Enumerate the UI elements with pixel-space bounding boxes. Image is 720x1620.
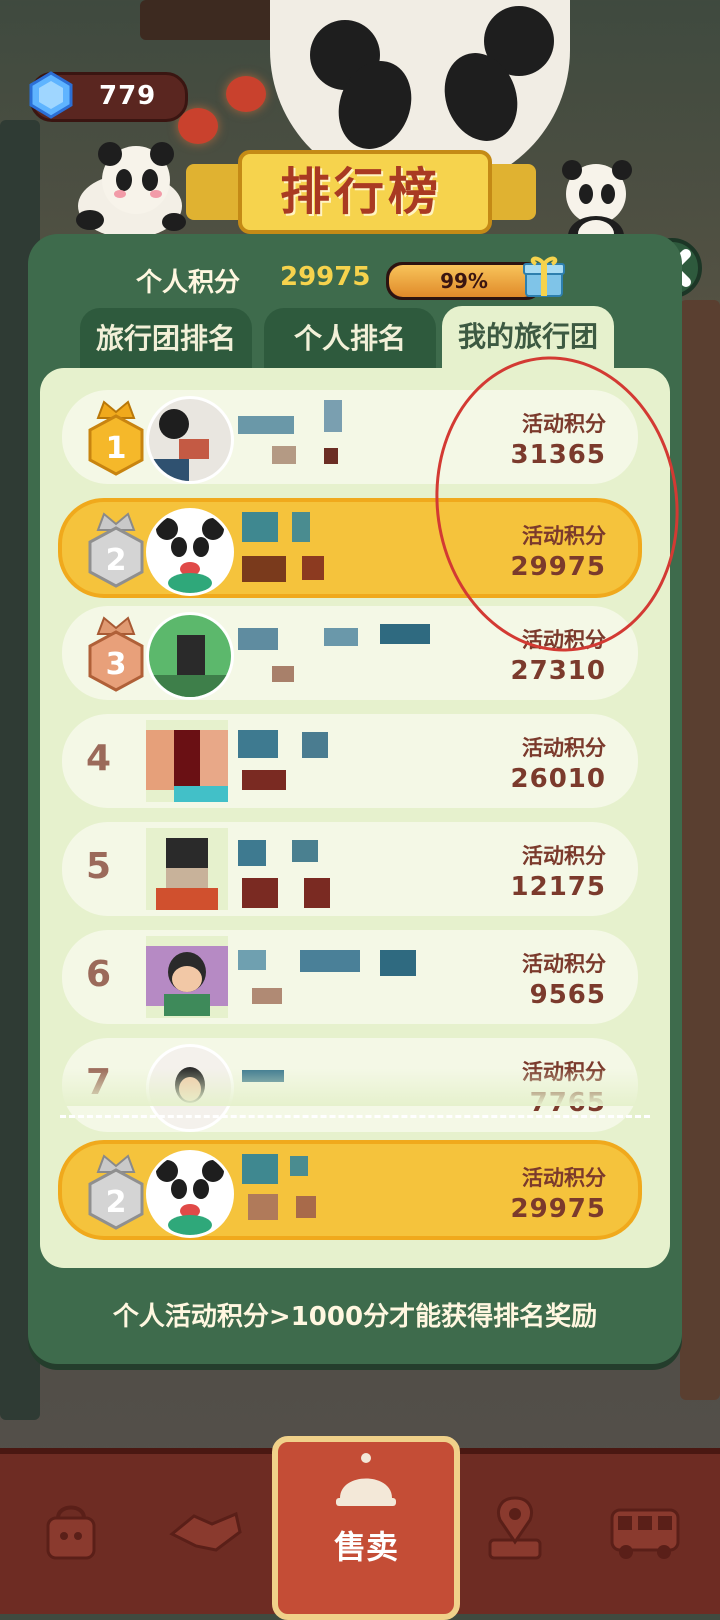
tab-team-ranking[interactable]: 旅行团排名	[80, 308, 252, 370]
list-item[interactable]: 4 活动积分 26010	[62, 714, 638, 808]
list-fade	[40, 1068, 670, 1106]
activity-score-value: 27310	[510, 656, 606, 686]
lantern-decoration	[178, 108, 218, 144]
gold-crown-medal-icon: 1	[88, 400, 144, 476]
tab-personal-ranking[interactable]: 个人排名	[264, 308, 436, 370]
avatar	[146, 396, 234, 484]
gem-count: 779	[99, 81, 157, 111]
panda-avatar	[146, 1150, 234, 1238]
activity-score-value: 12175	[510, 872, 606, 902]
rank-number: 5	[86, 846, 112, 887]
svg-text:2: 2	[106, 1185, 127, 1220]
panda-decoration-left-icon	[76, 142, 186, 238]
avatar	[146, 828, 228, 910]
activity-score-label: 活动积分	[522, 952, 606, 976]
avatar	[146, 936, 228, 1018]
rank-number: 6	[86, 954, 112, 995]
progress-percent: 99%	[440, 269, 488, 293]
personal-score-value: 29975	[280, 262, 371, 292]
activity-score-label: 活动积分	[522, 736, 606, 760]
list-item[interactable]: 5 活动积分 12175	[62, 822, 638, 916]
divider	[60, 1115, 650, 1118]
svg-text:3: 3	[106, 647, 127, 682]
gem-counter: 779	[29, 71, 188, 122]
silver-crown-medal-icon: 2	[88, 1154, 144, 1230]
list-item[interactable]: 6 活动积分 9565	[62, 930, 638, 1024]
silver-crown-medal-icon: 2	[88, 512, 144, 588]
gift-icon[interactable]	[522, 254, 566, 298]
activity-score-label: 活动积分	[522, 1166, 606, 1190]
activity-score-value: 29975	[510, 1194, 606, 1224]
pixelated-name	[238, 416, 294, 434]
activity-score-label: 活动积分	[522, 844, 606, 868]
avatar	[146, 720, 228, 802]
handshake-icon[interactable]	[160, 1484, 250, 1574]
bus-icon[interactable]	[600, 1484, 690, 1574]
panda-avatar	[146, 508, 234, 596]
rank-number: 4	[86, 738, 112, 779]
map-pin-icon[interactable]	[470, 1484, 560, 1574]
sell-nav-label: 售卖	[333, 1528, 398, 1566]
svg-text:2: 2	[106, 543, 127, 578]
bronze-crown-medal-icon: 3	[88, 616, 144, 692]
avatar	[146, 612, 234, 700]
diamond-icon	[29, 71, 73, 119]
background-building-right	[680, 300, 720, 1400]
sell-nav-button[interactable]: 售卖	[272, 1436, 460, 1620]
reward-rule-note: 个人活动积分>1000分才能获得排名奖励	[112, 1302, 598, 1332]
page-title: 排行榜	[280, 163, 442, 221]
shop-bag-icon[interactable]	[26, 1484, 116, 1574]
personal-score-row: 个人积分 29975 99%	[28, 256, 682, 300]
svg-text:1: 1	[106, 431, 127, 466]
my-rank-row[interactable]: 2 活动积分 29975	[58, 1140, 642, 1240]
activity-score-value: 9565	[529, 980, 606, 1010]
title-ribbon: 排行榜	[186, 150, 536, 234]
activity-score-value: 26010	[510, 764, 606, 794]
lantern-decoration	[226, 76, 266, 112]
personal-score-label: 个人积分	[136, 268, 241, 298]
reward-progress-bar: 99%	[386, 262, 542, 300]
service-bell-icon	[336, 1453, 396, 1506]
